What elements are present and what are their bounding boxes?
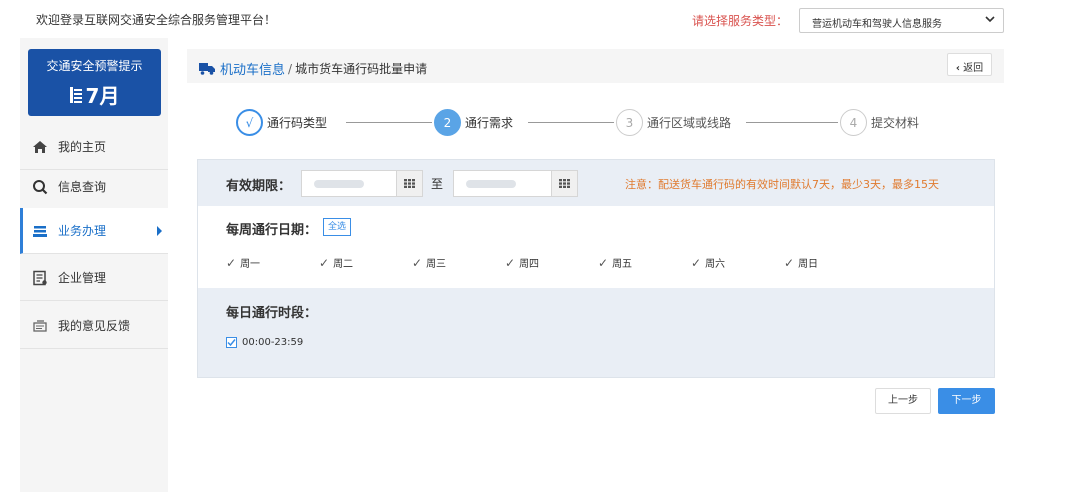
top-bar: 欢迎登录互联网交通安全综合服务管理平台！ 请选择服务类型： 营运机动车和驾驶人信… (0, 0, 1080, 38)
back-button[interactable]: ‹ 返回 (947, 53, 992, 76)
step-label: 通行需求 (465, 116, 514, 130)
end-date-input[interactable] (453, 170, 556, 197)
progress-steps: √ 通行码类型 2 通行需求 3 通行区域或线路 4 提交材料 (236, 109, 956, 139)
step-connector (746, 122, 838, 123)
day-checkbox-tue[interactable]: ✓ 周二 (319, 255, 354, 271)
breadcrumb-current: 城市货车通行码批量申请 (295, 62, 428, 76)
step-connector (528, 122, 614, 123)
alert-month-text: 7月 (85, 84, 120, 108)
day-checkbox-mon[interactable]: ✓ 周一 (226, 255, 261, 271)
checkmark-icon: ✓ (691, 255, 702, 270)
sidebar-item-enterprise[interactable]: 企业管理 (20, 255, 168, 301)
truck-icon (199, 63, 215, 75)
checkmark-icon: ✓ (412, 255, 423, 270)
prev-step-button[interactable]: 上一步 (875, 388, 931, 414)
checkmark-icon: ✓ (598, 255, 609, 270)
calendar-icon (69, 86, 82, 103)
day-label: 周一 (240, 259, 261, 270)
feedback-icon (33, 319, 47, 332)
alert-title: 交通安全预警提示 (46, 59, 143, 73)
step-label: 提交材料 (871, 116, 920, 130)
day-checkbox-wed[interactable]: ✓ 周三 (412, 255, 447, 271)
sidebar-item-feedback[interactable]: 我的意见反馈 (20, 303, 168, 349)
time-slot-label: 00:00-23:59 (242, 337, 304, 348)
day-checkbox-sat[interactable]: ✓ 周六 (691, 255, 726, 271)
day-label: 周日 (798, 259, 819, 270)
day-checkbox-fri[interactable]: ✓ 周五 (598, 255, 633, 271)
validity-label: 有效期限： (226, 179, 292, 194)
step-2: 2 通行需求 (434, 109, 513, 136)
breadcrumb: 机动车信息 / 城市货车通行码批量申请 (199, 59, 427, 78)
alert-month: 7月 (28, 80, 161, 109)
back-label: 返回 (963, 63, 984, 74)
checkmark-icon: ✓ (226, 255, 237, 270)
weekly-days-label: 每周通行日期： (226, 223, 318, 238)
daily-time-label: 每日通行时段： (226, 306, 318, 321)
step-number: 4 (840, 109, 867, 136)
checkmark-icon: ✓ (784, 255, 795, 270)
end-date-picker-button[interactable] (551, 170, 578, 197)
sidebar-item-label: 我的意见反馈 (58, 319, 131, 333)
checkmark-icon: ✓ (505, 255, 516, 270)
day-checkbox-sun[interactable]: ✓ 周日 (784, 255, 819, 271)
sidebar-item-label: 业务办理 (58, 224, 107, 238)
start-date-picker-button[interactable] (396, 170, 423, 197)
step-4: 4 提交材料 (840, 109, 919, 136)
day-label: 周三 (426, 259, 447, 270)
step-number: 3 (616, 109, 643, 136)
form-panel: 有效期限： 至 注意：配送货车通行码的有效时间默认7天，最少3天，最多15天 每… (197, 159, 995, 378)
time-slot-checkbox[interactable]: 00:00-23:59 (226, 337, 303, 348)
weekly-days-row: 每周通行日期： 全选 ✓ 周一 ✓ 周二 ✓ 周三 ✓ 周四 ✓ 周五 ✓ 周六… (198, 206, 994, 288)
start-date-value (314, 180, 364, 188)
safety-alert-box[interactable]: 交通安全预警提示 7月 (28, 49, 161, 116)
enterprise-icon (33, 270, 47, 285)
day-label: 周四 (519, 259, 540, 270)
business-icon (33, 225, 47, 237)
sidebar-item-label: 信息查询 (58, 180, 107, 194)
checkbox-checked-icon (226, 337, 237, 348)
next-step-button[interactable]: 下一步 (938, 388, 995, 414)
grid-icon (404, 179, 415, 188)
checkmark-icon: ✓ (319, 255, 330, 270)
service-type-select[interactable]: 营运机动车和驾驶人信息服务 (799, 8, 1004, 33)
service-type-label: 请选择服务类型： (692, 14, 789, 28)
step-3: 3 通行区域或线路 (616, 109, 731, 136)
search-icon (33, 179, 48, 194)
day-label: 周六 (705, 259, 726, 270)
sidebar-item-business[interactable]: 业务办理 (20, 208, 168, 254)
sidebar-item-query[interactable]: 信息查询 (20, 164, 168, 210)
end-date-value (466, 180, 516, 188)
sidebar-item-label: 企业管理 (58, 271, 107, 285)
date-range-to: 至 (431, 177, 444, 191)
grid-icon (559, 179, 570, 188)
validity-row: 有效期限： 至 注意：配送货车通行码的有效时间默认7天，最少3天，最多15天 (198, 160, 994, 206)
step-label: 通行区域或线路 (647, 116, 732, 130)
breadcrumb-separator: / (288, 61, 293, 76)
day-label: 周二 (333, 259, 354, 270)
step-connector (346, 122, 432, 123)
daily-time-row: 每日通行时段： 00:00-23:59 (198, 288, 994, 377)
welcome-text: 欢迎登录互联网交通安全综合服务管理平台！ (36, 13, 277, 27)
breadcrumb-section-link[interactable]: 机动车信息 (220, 59, 285, 78)
day-label: 周五 (612, 259, 633, 270)
sidebar-item-label: 我的主页 (58, 140, 107, 154)
chevron-left-icon: ‹ (955, 63, 960, 74)
step-1: √ 通行码类型 (236, 109, 327, 136)
day-checkbox-thu[interactable]: ✓ 周四 (505, 255, 540, 271)
breadcrumb-bar: 机动车信息 / 城市货车通行码批量申请 ‹ 返回 (187, 49, 1004, 83)
caret-right-icon (157, 226, 162, 236)
home-icon (33, 140, 47, 153)
step-number: 2 (434, 109, 461, 136)
chevron-down-icon (985, 16, 995, 23)
validity-note: 注意：配送货车通行码的有效时间默认7天，最少3天，最多15天 (625, 178, 939, 191)
start-date-input[interactable] (301, 170, 404, 197)
service-type-value: 营运机动车和驾驶人信息服务 (812, 19, 942, 30)
step-label: 通行码类型 (267, 116, 328, 130)
step-check-icon: √ (236, 109, 263, 136)
select-all-button[interactable]: 全选 (323, 218, 352, 236)
